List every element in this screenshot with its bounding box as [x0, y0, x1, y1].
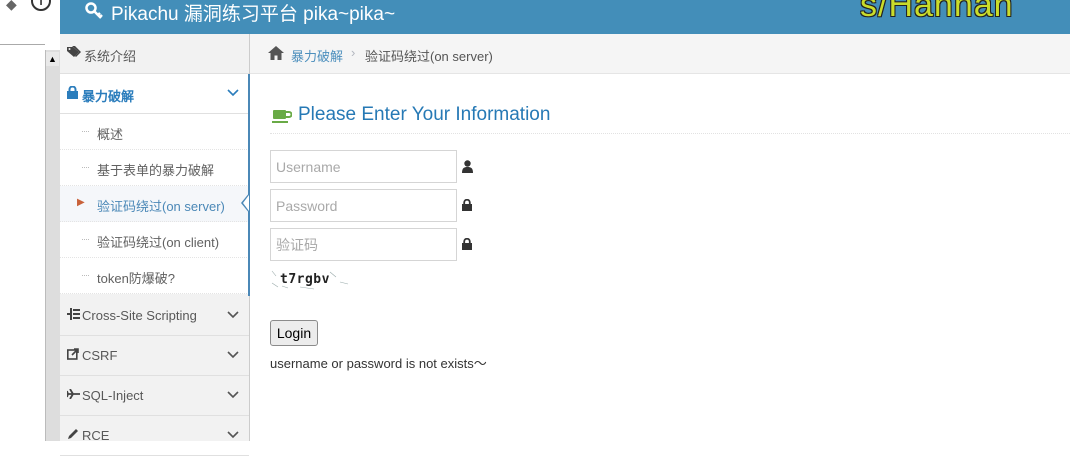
captcha-input[interactable]	[270, 228, 457, 261]
chevron-down-icon	[227, 306, 239, 322]
tag-icon	[67, 46, 81, 61]
user-icon	[462, 160, 473, 176]
submenu-item-label: 基于表单的暴力破解	[97, 163, 215, 178]
page-header: Please Enter Your Information	[270, 100, 1070, 134]
lock-icon	[462, 237, 472, 253]
login-button[interactable]: Login	[270, 320, 318, 346]
browser-toolbar: ◆ i	[0, 0, 60, 34]
tree-dash	[82, 239, 89, 240]
tree-dash	[82, 167, 89, 168]
sidebar: 系统介绍 暴力破解 概述 基于表单的暴力破解 ▶ 验证码绕过(on server…	[60, 34, 250, 456]
submenu-item-label: token防爆破?	[97, 271, 176, 286]
submenu-item-token[interactable]: token防爆破?	[60, 258, 249, 294]
captcha-text: t7rgbv	[280, 272, 330, 287]
top-navbar: Pikachu 漏洞练习平台 pika~pika~ s/Hanhan	[60, 0, 1070, 34]
sidebar-item-label: Cross-Site Scripting	[82, 308, 197, 323]
lock-icon	[67, 85, 78, 102]
submenu-active-arrow-inner	[243, 195, 249, 211]
submenu-item-form-bruteforce[interactable]: 基于表单的暴力破解	[60, 150, 249, 186]
scrollbar[interactable]	[45, 50, 60, 441]
sidebar-item-sqli[interactable]: SQL-Inject	[60, 376, 249, 416]
chevron-down-icon	[227, 346, 239, 362]
scroll-up-button[interactable]: ▲	[46, 52, 59, 66]
sidebar-item-rce[interactable]: RCE	[60, 416, 249, 456]
submenu-item-label: 概述	[97, 127, 124, 142]
brand-title: Pikachu 漏洞练习平台 pika~pika~	[111, 4, 396, 25]
share-icon	[67, 348, 79, 363]
breadcrumb-current: 验证码绕过(on server)	[365, 49, 493, 64]
chevron-down-icon	[227, 386, 239, 402]
submenu-item-label: 验证码绕过(on server)	[97, 199, 225, 214]
lock-icon	[462, 198, 472, 214]
sidebar-item-bruteforce[interactable]: 暴力破解	[60, 74, 249, 114]
plane-icon	[66, 388, 80, 402]
sidebar-item-intro[interactable]: 系统介绍	[60, 34, 249, 74]
dropdown-icon[interactable]: ◆	[6, 0, 17, 13]
submenu-item-overview[interactable]: 概述	[60, 114, 249, 150]
captcha-image[interactable]: t7rgbv	[270, 268, 350, 290]
tree-dash	[82, 275, 89, 276]
password-input[interactable]	[270, 189, 457, 222]
list-icon	[67, 308, 80, 323]
home-icon[interactable]	[267, 45, 285, 64]
sidebar-item-label: CSRF	[82, 348, 118, 363]
coffee-icon	[272, 108, 293, 127]
breadcrumb-separator: ›	[351, 45, 356, 60]
sidebar-active-indicator	[248, 74, 250, 296]
chevron-down-icon	[227, 426, 239, 442]
divider	[0, 44, 45, 45]
page-title: Please Enter Your Information	[298, 104, 551, 125]
submenu-item-captcha-server[interactable]: ▶ 验证码绕过(on server)	[60, 186, 249, 222]
caret-right-icon: ▶	[77, 197, 85, 208]
sidebar-item-csrf[interactable]: CSRF	[60, 336, 249, 376]
error-message: username or password is not exists～	[270, 356, 487, 371]
submenu-item-label: 验证码绕过(on client)	[97, 235, 220, 250]
sidebar-item-label: 系统介绍	[84, 49, 137, 64]
breadcrumb: 暴力破解 › 验证码绕过(on server)	[250, 34, 1070, 74]
breadcrumb-link-bruteforce[interactable]: 暴力破解	[291, 46, 343, 65]
sidebar-item-xss[interactable]: Cross-Site Scripting	[60, 296, 249, 336]
sidebar-item-label: 暴力破解	[82, 89, 135, 104]
watermark-text: s/Hanhan	[860, 0, 1014, 24]
sidebar-item-label: SQL-Inject	[82, 388, 144, 403]
username-input[interactable]	[270, 150, 457, 183]
chevron-down-icon	[227, 84, 239, 100]
wrench-icon	[85, 2, 103, 28]
brand[interactable]: Pikachu 漏洞练习平台 pika~pika~	[85, 2, 395, 28]
tree-dash	[82, 131, 89, 132]
info-icon[interactable]: i	[31, 0, 51, 11]
submenu-item-captcha-client[interactable]: 验证码绕过(on client)	[60, 222, 249, 258]
